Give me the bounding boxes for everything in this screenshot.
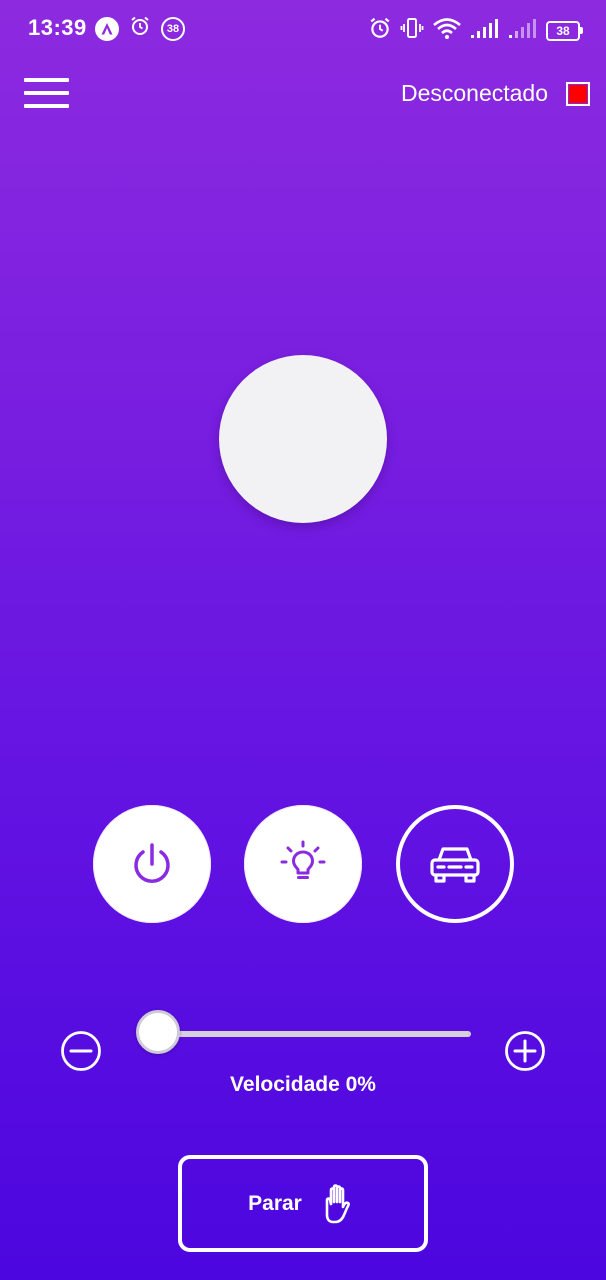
- power-button[interactable]: [93, 805, 211, 923]
- connection-indicator: [566, 81, 590, 106]
- lightbulb-icon: [280, 840, 326, 879]
- app-a-icon: [95, 16, 119, 41]
- minus-circle-icon: [61, 1031, 101, 1071]
- badge-38-icon: 38: [161, 16, 185, 41]
- battery-icon: 38: [546, 20, 583, 41]
- connection-status: Desconectado: [401, 80, 590, 107]
- speed-slider-track[interactable]: [158, 1031, 471, 1037]
- wifi-icon: [432, 16, 462, 45]
- speed-label: Velocidade 0%: [230, 1073, 376, 1096]
- light-button[interactable]: [244, 805, 362, 923]
- hand-stop-icon: [325, 1183, 350, 1223]
- speed-slider-thumb[interactable]: [136, 1010, 180, 1054]
- car-icon: [430, 847, 480, 883]
- speed-decrease-button[interactable]: [60, 1030, 102, 1072]
- joystick-knob[interactable]: [219, 355, 387, 523]
- vibrate-icon: [400, 16, 424, 45]
- status-right-icons: 38: [368, 16, 583, 45]
- menu-button[interactable]: [24, 78, 70, 112]
- signal-weak-icon: [508, 17, 538, 44]
- hamburger-menu-icon: [24, 78, 69, 82]
- car-button[interactable]: [396, 805, 514, 923]
- alarm-icon: [129, 15, 151, 42]
- power-icon: [134, 843, 170, 883]
- stop-button[interactable]: Parar: [178, 1155, 428, 1252]
- hamburger-menu-icon-line: [24, 91, 69, 95]
- alarm-icon: [368, 16, 392, 45]
- hamburger-menu-icon-line: [24, 104, 69, 108]
- plus-circle-icon: [505, 1031, 545, 1071]
- connection-indicator-fill: [569, 84, 587, 103]
- signal-icon: [470, 17, 500, 44]
- status-left-icons: 38: [95, 15, 185, 42]
- status-bar: 13:39 38 38: [0, 0, 606, 58]
- status-time: 13:39: [28, 15, 87, 40]
- stop-button-label: Parar: [248, 1191, 302, 1215]
- speed-increase-button[interactable]: [504, 1030, 546, 1072]
- connection-status-label: Desconectado: [400, 80, 548, 106]
